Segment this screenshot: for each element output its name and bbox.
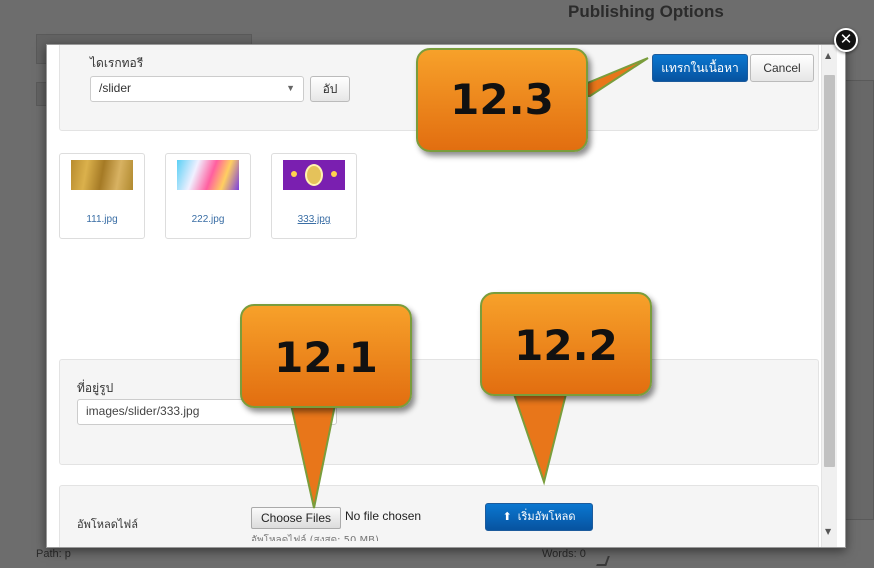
callout-12-1: 12.1 <box>240 304 412 408</box>
callout-tail-12-2 <box>512 393 568 486</box>
callout-tail-12-1 <box>288 399 338 509</box>
callout-12-2: 12.2 <box>480 292 652 396</box>
callout-12-3: 12.3 <box>416 48 588 152</box>
